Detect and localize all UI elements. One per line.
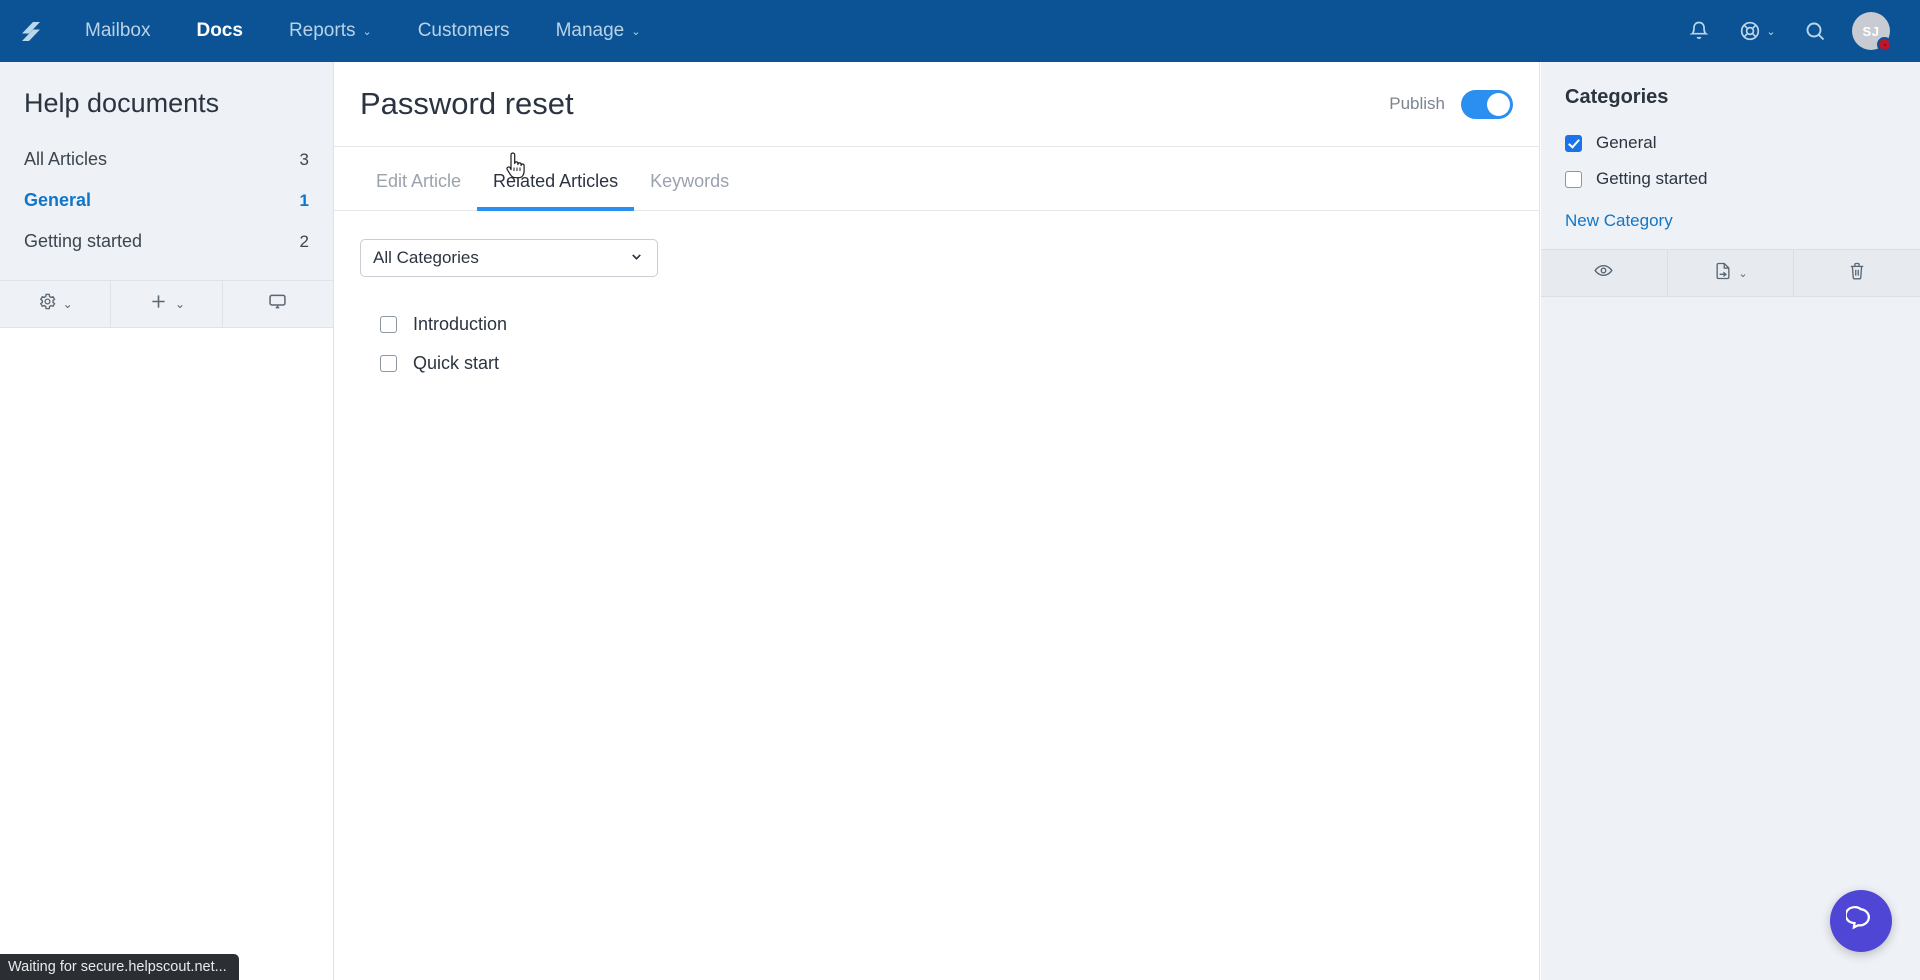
sidebar-collection-list: All Articles 3 General 1 Getting started… (0, 125, 333, 280)
help-lifebuoy-button[interactable]: ⌄ (1728, 0, 1786, 62)
page-title: Help documents (24, 88, 220, 118)
publish-control: Publish (1389, 89, 1513, 119)
article-label: Quick start (413, 353, 500, 373)
tab-label: Related Articles (493, 171, 619, 191)
nav-label: Customers (417, 20, 510, 41)
nav-item-mailbox[interactable]: Mailbox (62, 0, 173, 62)
article-label: Introduction (413, 314, 508, 334)
top-navigation-bar: Mailbox Docs Reports ⌄ Customers Manage … (0, 0, 1920, 62)
sidebar-item-count: 2 (299, 231, 309, 251)
sidebar-item-general[interactable]: General 1 (0, 180, 333, 221)
nav-item-docs[interactable]: Docs (173, 0, 265, 62)
support-beacon-button[interactable] (1830, 890, 1892, 952)
move-article-button[interactable]: ⌄ (1668, 250, 1795, 296)
category-label: Getting started (1596, 169, 1708, 188)
nav-item-manage[interactable]: Manage ⌄ (533, 0, 664, 62)
right-sidebar: Categories General Getting started New C… (1541, 62, 1920, 980)
sidebar-item-label: All Articles (24, 149, 108, 169)
monitor-icon (267, 291, 288, 317)
article-tabs: Edit Article Related Articles Keywords (334, 147, 1539, 211)
category-filter-select[interactable]: All Categories (360, 239, 658, 277)
sidebar-item-label: General (24, 190, 92, 210)
helpscout-logo[interactable] (0, 16, 62, 46)
sidebar-toolbar: ⌄ ⌄ (0, 280, 333, 328)
sidebar-body (0, 328, 333, 888)
file-export-icon (1713, 261, 1733, 286)
tab-label: Edit Article (376, 171, 462, 191)
article-checkbox[interactable] (380, 316, 397, 333)
tab-edit-article[interactable]: Edit Article (360, 171, 477, 210)
nav-label: Reports (288, 20, 356, 41)
settings-gear-button[interactable]: ⌄ (0, 281, 112, 327)
list-item[interactable]: Quick start (360, 344, 1513, 383)
sidebar-item-all-articles[interactable]: All Articles 3 (0, 139, 333, 180)
category-row-getting-started[interactable]: Getting started (1565, 161, 1896, 197)
main-nav-items: Mailbox Docs Reports ⌄ Customers Manage … (62, 0, 663, 62)
nav-label: Mailbox (85, 20, 151, 41)
tab-related-articles[interactable]: Related Articles (477, 171, 635, 211)
chat-bubble-icon (1844, 904, 1876, 939)
chevron-down-icon: ⌄ (174, 297, 186, 311)
category-label: General (1596, 133, 1657, 152)
preview-site-button[interactable] (223, 281, 333, 327)
sidebar-item-label: Getting started (24, 231, 143, 251)
eye-icon (1593, 260, 1614, 286)
categories-title: Categories (1565, 86, 1669, 108)
sidebar-header: Help documents (0, 62, 333, 125)
search-button[interactable] (1786, 0, 1844, 62)
nav-right-actions: ⌄ SJ (1670, 0, 1920, 62)
delete-article-button[interactable] (1794, 250, 1920, 296)
chevron-down-icon: ⌄ (1766, 25, 1776, 38)
article-title: Password reset (360, 86, 574, 121)
category-filter-value: All Categories (373, 248, 479, 267)
main-panel: Password reset Publish Edit Article Rela… (334, 62, 1540, 980)
publish-label: Publish (1389, 94, 1445, 113)
article-header: Password reset Publish (334, 62, 1539, 147)
chevron-down-icon: ⌄ (62, 297, 73, 311)
chevron-down-icon: ⌄ (1738, 267, 1748, 280)
chevron-down-icon: ⌄ (631, 25, 641, 38)
avatar-status-badge (1877, 37, 1892, 52)
category-row-general[interactable]: General (1565, 125, 1896, 161)
chevron-down-icon: ⌄ (362, 25, 372, 38)
status-text: Waiting for secure.helpscout.net... (8, 959, 227, 975)
left-sidebar: Help documents All Articles 3 General 1 … (0, 62, 334, 980)
list-item[interactable]: Introduction (360, 305, 1513, 344)
nav-label: Manage (555, 20, 625, 41)
nav-label: Docs (196, 20, 243, 41)
browser-status-bar: Waiting for secure.helpscout.net... (0, 954, 239, 980)
chevron-down-icon (629, 249, 644, 267)
plus-icon (148, 291, 169, 317)
gear-icon (38, 292, 57, 316)
notifications-bell-button[interactable] (1670, 0, 1728, 62)
new-category-link[interactable]: New Category (1541, 201, 1920, 249)
preview-article-button[interactable] (1541, 250, 1668, 296)
publish-toggle[interactable] (1461, 89, 1513, 119)
category-checkbox[interactable] (1565, 170, 1582, 188)
nav-item-customers[interactable]: Customers (395, 0, 533, 62)
categories-header: Categories (1541, 62, 1920, 117)
category-checkbox[interactable] (1565, 134, 1582, 152)
tab-label: Keywords (650, 171, 730, 191)
trash-icon (1847, 261, 1867, 286)
add-button[interactable]: ⌄ (111, 281, 223, 327)
categories-list: General Getting started (1541, 117, 1920, 201)
user-avatar-button[interactable]: SJ (1844, 0, 1898, 62)
sidebar-item-getting-started[interactable]: Getting started 2 (0, 221, 333, 262)
related-articles-list: Introduction Quick start (360, 305, 1513, 383)
nav-item-reports[interactable]: Reports ⌄ (266, 0, 395, 62)
sidebar-item-count: 3 (299, 149, 309, 169)
related-articles-content: All Categories Introduction Quick start (334, 211, 1539, 411)
sidebar-item-count: 1 (299, 190, 309, 210)
article-actions-toolbar: ⌄ (1541, 249, 1920, 297)
tab-keywords[interactable]: Keywords (634, 171, 745, 210)
article-checkbox[interactable] (380, 355, 397, 372)
